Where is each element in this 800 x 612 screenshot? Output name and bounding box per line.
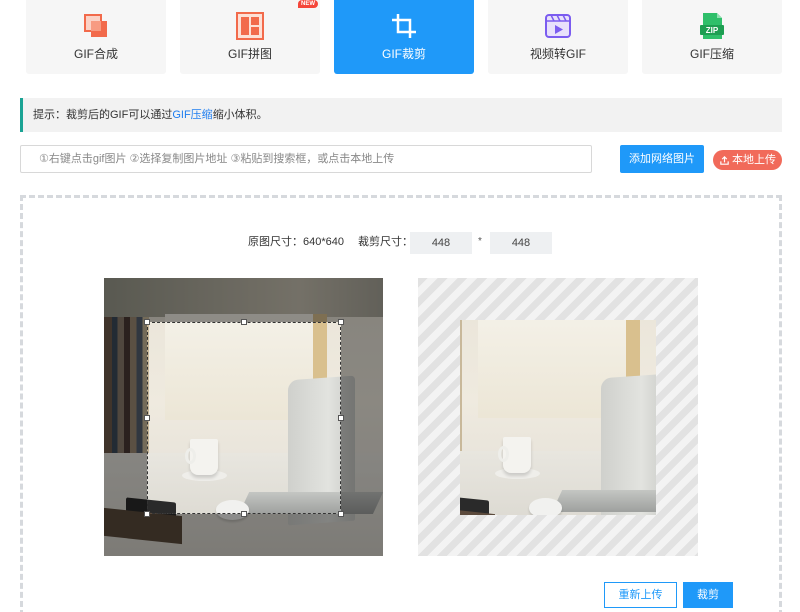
image-url-input[interactable] bbox=[20, 145, 592, 173]
source-image bbox=[104, 278, 383, 556]
crop-selection-box[interactable] bbox=[144, 319, 344, 517]
tip-bar: 提示：裁剪后的GIF可以通过GIF压缩缩小体积。 bbox=[20, 98, 782, 132]
resize-handle-sw[interactable] bbox=[144, 511, 150, 517]
tool-tabs: GIF合成 NEW GIF拼图 GIF裁剪 视频转GIF ZIP GIF压缩 bbox=[26, 0, 782, 74]
preview-photo bbox=[460, 320, 656, 515]
tab-gif-compress[interactable]: ZIP GIF压缩 bbox=[642, 0, 782, 74]
tab-label: GIF压缩 bbox=[690, 47, 734, 61]
tip-suffix: 缩小体积。 bbox=[212, 109, 268, 121]
gif-collage-icon bbox=[236, 12, 264, 40]
tip-prefix: 提示：裁剪后的GIF可以通过 bbox=[33, 109, 173, 121]
gif-compose-icon bbox=[84, 14, 107, 37]
tab-label: 视频转GIF bbox=[530, 47, 586, 61]
resize-handle-s[interactable] bbox=[241, 511, 247, 517]
tab-label: GIF合成 bbox=[74, 47, 118, 61]
resize-handle-e[interactable] bbox=[338, 415, 344, 421]
tab-video-to-gif[interactable]: 视频转GIF bbox=[488, 0, 628, 74]
tab-gif-crop[interactable]: GIF裁剪 bbox=[334, 0, 474, 74]
crop-preview-image bbox=[460, 320, 656, 515]
zip-icon-text: ZIP bbox=[706, 26, 719, 35]
crop-height-input[interactable] bbox=[490, 232, 552, 254]
crop-preview-panel bbox=[418, 278, 698, 556]
crop-button[interactable]: 裁剪 bbox=[683, 582, 733, 608]
zip-compress-icon: ZIP bbox=[700, 13, 724, 39]
size-row: 原图尺寸：640*640 裁剪尺寸： * bbox=[0, 232, 800, 254]
tab-label: GIF拼图 bbox=[228, 47, 272, 61]
crop-size-label: 裁剪尺寸： bbox=[358, 236, 413, 248]
new-badge: NEW bbox=[298, 0, 318, 8]
resize-handle-se[interactable] bbox=[338, 511, 344, 517]
reupload-button[interactable]: 重新上传 bbox=[604, 582, 677, 608]
tab-label: GIF裁剪 bbox=[382, 47, 426, 61]
local-upload-label: 本地上传 bbox=[732, 154, 776, 166]
original-size-label: 原图尺寸：640*640 bbox=[248, 236, 344, 248]
crop-width-input[interactable] bbox=[410, 232, 472, 254]
crop-icon bbox=[392, 14, 416, 38]
resize-handle-nw[interactable] bbox=[144, 319, 150, 325]
tip-link-gif-compress[interactable]: GIF压缩 bbox=[172, 109, 212, 121]
local-upload-button[interactable]: 本地上传 bbox=[713, 150, 782, 170]
tab-gif-compose[interactable]: GIF合成 bbox=[26, 0, 166, 74]
add-network-image-button[interactable]: 添加网络图片 bbox=[620, 145, 704, 173]
upload-icon bbox=[720, 155, 729, 165]
tab-gif-collage[interactable]: NEW GIF拼图 bbox=[180, 0, 320, 74]
resize-handle-n[interactable] bbox=[241, 319, 247, 325]
video-to-gif-icon bbox=[545, 14, 571, 38]
resize-handle-w[interactable] bbox=[144, 415, 150, 421]
resize-handle-ne[interactable] bbox=[338, 319, 344, 325]
size-separator: * bbox=[478, 236, 482, 247]
